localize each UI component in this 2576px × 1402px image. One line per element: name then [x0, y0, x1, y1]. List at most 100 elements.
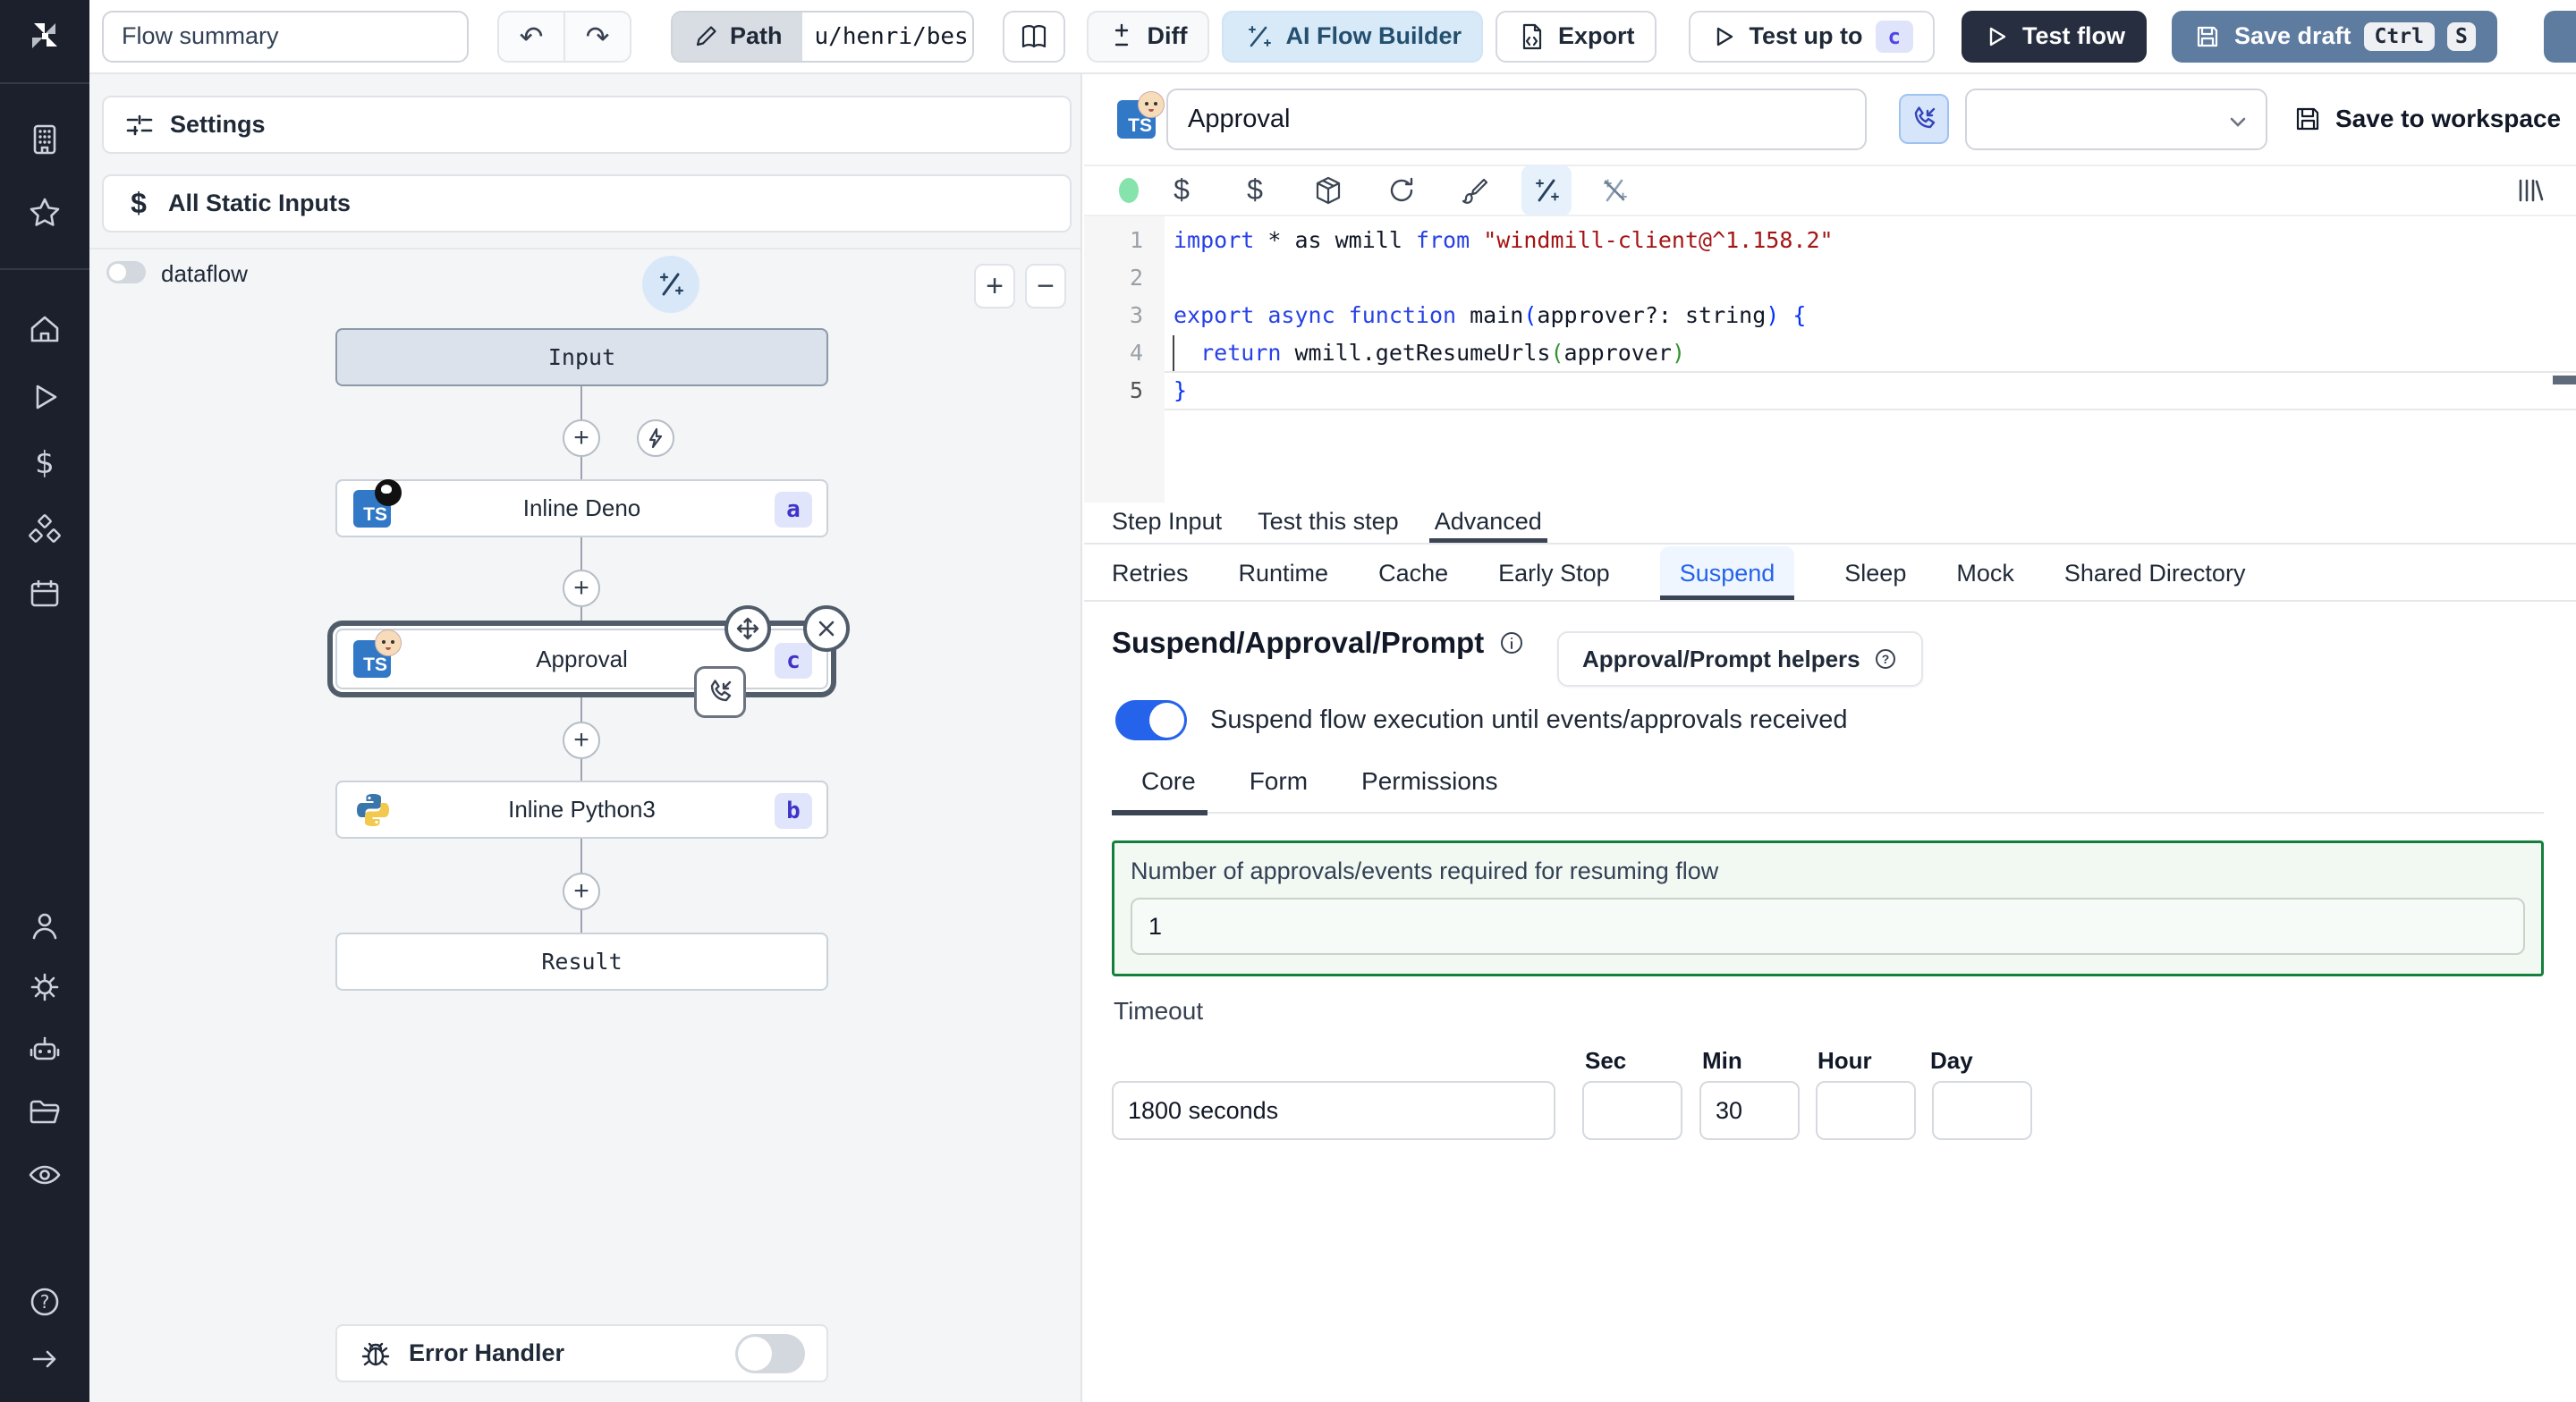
- all-static-inputs-card[interactable]: $ All Static Inputs: [102, 174, 1072, 232]
- suspend-toggle[interactable]: [1115, 700, 1187, 740]
- timeout-min-input[interactable]: [1699, 1081, 1800, 1140]
- test-up-to-button[interactable]: Test up to c: [1688, 10, 1935, 63]
- approval-emoji-icon: [1138, 91, 1165, 118]
- sidebar-expand-icon[interactable]: [25, 1339, 64, 1379]
- approvals-required-input[interactable]: [1131, 898, 2525, 955]
- step-title-input[interactable]: [1166, 89, 1867, 150]
- tab-mock[interactable]: Mock: [1956, 546, 2014, 600]
- flow-summary-input[interactable]: [102, 10, 469, 63]
- dataflow-toggle[interactable]: [106, 261, 146, 283]
- trigger-button[interactable]: [637, 419, 674, 457]
- flow-node-input[interactable]: Input: [335, 328, 828, 386]
- test-flow-button[interactable]: Test flow: [1961, 10, 2147, 63]
- phone-incoming-icon: [710, 680, 732, 702]
- resource-picker-button[interactable]: $: [1235, 171, 1275, 210]
- tab-suspend-active[interactable]: Suspend: [1659, 546, 1795, 600]
- tab-test-this-step[interactable]: Test this step: [1258, 501, 1399, 543]
- library-button[interactable]: [2510, 171, 2549, 210]
- deploy-button-partial[interactable]: [2544, 11, 2576, 63]
- ai-assistant-button[interactable]: [1521, 165, 1572, 215]
- flow-node-inline-deno[interactable]: TS Inline Deno a: [335, 478, 828, 537]
- approval-phone-button[interactable]: [1899, 94, 1949, 144]
- redo-button[interactable]: ↷: [564, 12, 630, 61]
- status-dot: [1109, 171, 1148, 210]
- save-draft-button[interactable]: Save draft Ctrl S: [2171, 10, 2497, 63]
- sidebar-item-favorites[interactable]: [25, 193, 64, 232]
- zoom-in-button[interactable]: +: [974, 264, 1015, 308]
- sidebar-item-ai[interactable]: [25, 1030, 64, 1069]
- sidebar-item-runs[interactable]: [25, 377, 64, 417]
- tab-runtime[interactable]: Runtime: [1239, 546, 1329, 600]
- sub-tabs-divider: [1112, 812, 2544, 814]
- flow-node-result[interactable]: Result: [335, 933, 828, 991]
- play-icon: [1716, 27, 1733, 46]
- flow-settings-card[interactable]: Settings: [102, 96, 1072, 154]
- tab-permissions[interactable]: Permissions: [1361, 767, 1497, 812]
- variable-picker-button[interactable]: $: [1162, 171, 1201, 210]
- typescript-icon: TS: [353, 478, 402, 528]
- sidebar-item-variables[interactable]: $: [25, 443, 64, 483]
- redo-icon: ↷: [585, 20, 610, 53]
- approval-phone-badge[interactable]: [694, 666, 746, 718]
- sidebar-item-schedules[interactable]: [25, 574, 64, 613]
- zoom-out-button[interactable]: −: [1025, 264, 1066, 308]
- sidebar-item-help[interactable]: ?: [25, 1282, 64, 1322]
- tab-cache[interactable]: Cache: [1378, 546, 1448, 600]
- sidebar-item-workspace[interactable]: [25, 120, 64, 159]
- approval-prompt-helpers-button[interactable]: Approval/Prompt helpers ?: [1557, 631, 1923, 687]
- line-number: 1: [1129, 227, 1143, 253]
- add-step-button[interactable]: +: [563, 570, 600, 607]
- sidebar-item-home[interactable]: [25, 309, 64, 349]
- delete-step-button[interactable]: [803, 605, 850, 652]
- test-up-to-label: Test up to: [1749, 22, 1863, 49]
- undo-button[interactable]: ↶: [499, 13, 564, 61]
- add-step-button[interactable]: +: [563, 873, 600, 910]
- package-button[interactable]: [1309, 171, 1348, 210]
- path-value[interactable]: u/henri/bes: [801, 12, 972, 61]
- add-step-button[interactable]: +: [563, 419, 600, 457]
- error-handler-toggle[interactable]: [735, 1333, 805, 1373]
- diff-icon: [1114, 23, 1128, 46]
- tab-core-active[interactable]: Core: [1141, 767, 1196, 812]
- format-brush-button[interactable]: [1455, 171, 1495, 210]
- tab-retries[interactable]: Retries: [1112, 546, 1189, 600]
- code-editor[interactable]: 1 2 3 4 5 import * as wmill from "windmi…: [1084, 215, 2576, 503]
- sidebar-item-folders[interactable]: [25, 1093, 64, 1132]
- path-group[interactable]: Path u/henri/bes: [671, 10, 974, 63]
- sidebar-item-settings[interactable]: [25, 967, 64, 1007]
- topbar: ↶ ↷ Path u/henri/bes Diff AI Flow Builde…: [89, 0, 2576, 74]
- timeout-hour-input[interactable]: [1816, 1081, 1916, 1140]
- unit-label-sec: Sec: [1585, 1047, 1627, 1074]
- flow-node-inline-python[interactable]: Inline Python3 b: [335, 781, 828, 839]
- windmill-logo[interactable]: [25, 16, 64, 55]
- add-step-button[interactable]: +: [563, 722, 600, 759]
- save-to-workspace-button[interactable]: Save to workspace: [2292, 104, 2561, 134]
- diff-button[interactable]: Diff: [1086, 10, 1209, 63]
- editor-toolbar: $ $: [1084, 165, 2576, 215]
- tab-early-stop[interactable]: Early Stop: [1498, 546, 1610, 600]
- sidebar-item-audit[interactable]: [25, 1155, 64, 1195]
- error-handler-card[interactable]: Error Handler: [335, 1324, 828, 1382]
- docs-button[interactable]: [1002, 10, 1065, 63]
- overview-ruler-mark: [2553, 376, 2576, 384]
- tab-form[interactable]: Form: [1250, 767, 1308, 812]
- timeout-day-input[interactable]: [1932, 1081, 2032, 1140]
- ai-flow-builder-button[interactable]: AI Flow Builder: [1221, 10, 1484, 63]
- timeout-total-input[interactable]: [1112, 1081, 1555, 1140]
- move-step-handle[interactable]: [724, 605, 771, 652]
- export-button[interactable]: Export: [1496, 10, 1657, 63]
- sidebar-item-resources[interactable]: [25, 510, 64, 549]
- reload-button[interactable]: [1382, 171, 1421, 210]
- tab-sleep[interactable]: Sleep: [1844, 546, 1906, 600]
- step-editor-panel: TS Save to workspace $ $ 1 2 3 4 5: [1084, 74, 2576, 1402]
- plus-icon: +: [573, 725, 589, 755]
- cache-select[interactable]: [1965, 89, 2267, 150]
- svg-text:$: $: [35, 445, 55, 481]
- tab-step-input[interactable]: Step Input: [1112, 501, 1222, 543]
- tab-advanced-active[interactable]: Advanced: [1428, 501, 1547, 543]
- ai-wand-button[interactable]: [642, 256, 699, 313]
- tab-shared-directory[interactable]: Shared Directory: [2064, 546, 2246, 600]
- timeout-sec-input[interactable]: [1582, 1081, 1682, 1140]
- ai-off-button[interactable]: [1595, 171, 1634, 210]
- sidebar-item-users[interactable]: [25, 907, 64, 946]
